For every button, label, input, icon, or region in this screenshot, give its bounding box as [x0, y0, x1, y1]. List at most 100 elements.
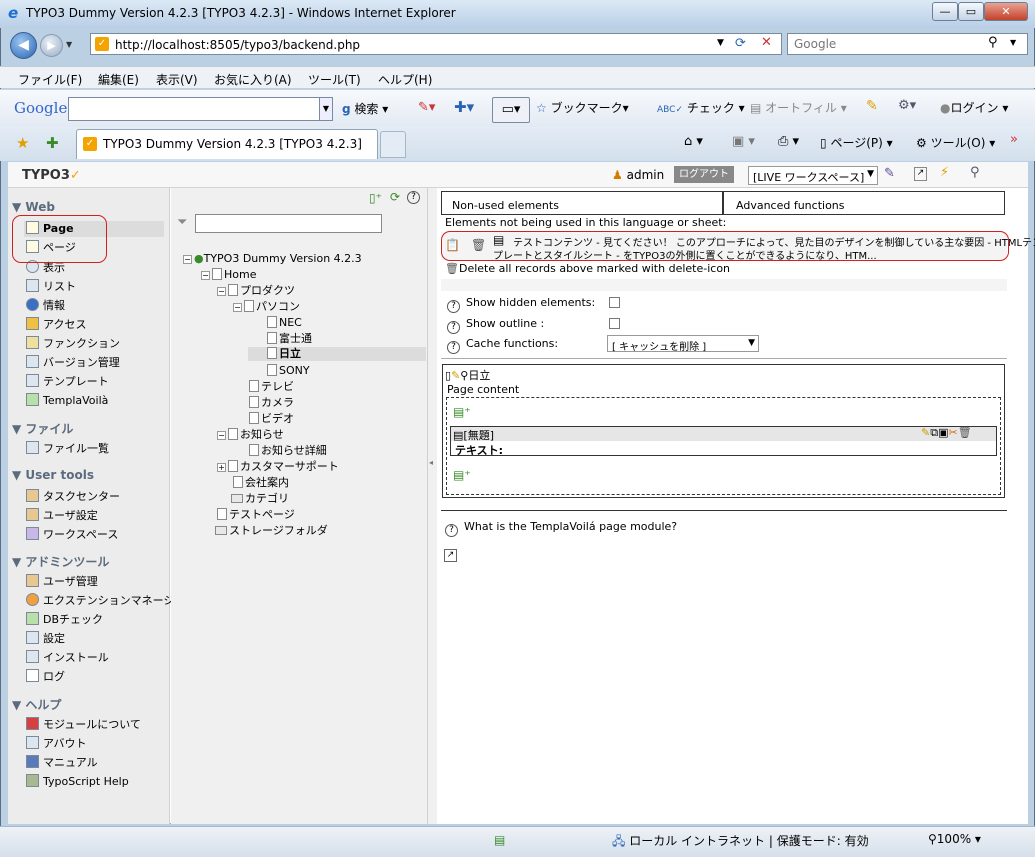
url-field[interactable]: http://localhost:8505/typo3/backend.php	[115, 38, 360, 52]
menu-file[interactable]: ファイル(F)	[18, 71, 82, 88]
print-button[interactable]: ⎙ ▾	[778, 134, 799, 149]
back-button[interactable]: ◀	[10, 32, 37, 59]
menu-help[interactable]: ヘルプ(H)	[378, 71, 432, 88]
tree-node[interactable]: − お知らせ	[217, 428, 284, 442]
google-search-button[interactable]: g 検索 ▾	[342, 100, 388, 117]
tab-advanced-functions[interactable]: Advanced functions	[723, 191, 1005, 215]
tab-unused-elements[interactable]: Non-used elements	[441, 191, 723, 215]
shortcut-icon[interactable]: ⚡	[940, 165, 949, 180]
module-admin-install[interactable]: インストール	[26, 650, 109, 666]
tree-node[interactable]: お知らせ詳細	[249, 444, 327, 458]
module-web-template[interactable]: テンプレート	[26, 374, 109, 390]
tree-node-selected[interactable]: 日立	[248, 347, 426, 361]
module-group-user[interactable]: ▼ User tools	[12, 468, 94, 482]
menu-edit[interactable]: 編集(E)	[98, 71, 139, 88]
popup-blocker-button[interactable]: ▭▾	[492, 97, 530, 123]
module-group-web[interactable]: ▼ Web	[12, 200, 55, 214]
search-input[interactable]: Google	[794, 37, 836, 51]
module-web-templavoila[interactable]: TemplaVoilà	[26, 393, 108, 409]
tree-node[interactable]: NEC	[267, 316, 302, 330]
module-help-about[interactable]: アバウト	[26, 736, 87, 752]
module-help-about-modules[interactable]: モジュールについて	[26, 717, 141, 733]
module-user-settings[interactable]: ユーザ設定	[26, 508, 98, 524]
tree-node[interactable]: − プロダクツ	[217, 284, 295, 298]
home-button[interactable]: ⌂ ▾	[684, 134, 703, 149]
tree-node[interactable]: ストレージフォルダ	[215, 524, 328, 538]
tab-typo3[interactable]: ✓ TYPO3 Dummy Version 4.2.3 [TYPO3 4.2.3…	[76, 129, 378, 159]
menu-tools[interactable]: ツール(T)	[308, 71, 361, 88]
new-tab-button[interactable]	[380, 131, 406, 158]
zoom-level[interactable]: ⚲100% ▾	[928, 832, 981, 846]
module-web-info[interactable]: 情報	[26, 298, 65, 314]
address-dropdown-icon[interactable]: ▼	[717, 38, 724, 48]
google-search-dropdown-icon[interactable]: ▼	[319, 97, 333, 121]
module-user-taskcenter[interactable]: タスクセンター	[26, 489, 120, 505]
open-new-window-icon[interactable]: ↗	[914, 167, 927, 181]
workspace-select[interactable]: [LIVE ワークスペース] ▼	[748, 166, 878, 185]
search-dropdown-icon[interactable]: ▼	[1010, 38, 1016, 47]
content-element[interactable]: ▤[無題] ✎⧉▣✂🗑 テキスト:	[450, 426, 997, 457]
cache-select[interactable]: [ キャッシュを削除 ] ▼	[607, 335, 759, 353]
search-box[interactable]: Google ⚲ ▼	[787, 33, 1028, 55]
menu-favorites[interactable]: お気に入り(A)	[214, 71, 292, 88]
maximize-button[interactable]: ▭	[958, 2, 984, 21]
check-button[interactable]: ABC✓ チェック ▾	[657, 99, 745, 116]
module-web-version[interactable]: バージョン管理	[26, 355, 120, 371]
wrench-icon[interactable]: ⚙▾	[898, 98, 916, 113]
tree-help-icon[interactable]: ?	[407, 191, 420, 204]
google-search-input[interactable]	[68, 97, 320, 121]
tree-node[interactable]: 富士通	[267, 332, 312, 346]
new-content-icon[interactable]: ▤⁺	[453, 405, 471, 419]
tree-node[interactable]: − パソコン	[233, 300, 300, 314]
module-help-manual[interactable]: マニュアル	[26, 755, 98, 771]
tree-filter-input[interactable]	[195, 214, 382, 233]
highlight-icon[interactable]: ✎	[866, 98, 878, 114]
module-admin-extensions[interactable]: エクステンションマネージャ	[26, 593, 185, 609]
search-icon[interactable]: ⚲	[988, 35, 998, 50]
logout-button[interactable]: ログアウト	[674, 166, 734, 183]
more-tools-icon[interactable]: »	[1010, 132, 1018, 147]
module-group-file[interactable]: ▼ ファイル	[12, 420, 73, 437]
menu-view[interactable]: 表示(V)	[156, 71, 198, 88]
tree-node[interactable]: ビデオ	[249, 412, 294, 426]
bookmark-add-icon[interactable]: ✎▾	[418, 100, 435, 115]
module-help-typoscript[interactable]: TypoScript Help	[26, 774, 129, 790]
clear-cache-icon[interactable]: ✎	[884, 166, 895, 181]
minimize-button[interactable]: —	[932, 2, 958, 21]
tree-node[interactable]: + カスタマーサポート	[217, 460, 339, 474]
show-outline-checkbox[interactable]	[609, 318, 620, 329]
tree-node[interactable]: − Home	[201, 268, 256, 282]
search-typo3-icon[interactable]: ⚲	[970, 165, 980, 180]
help-link[interactable]: ? What is the TemplaVoilá page module?	[445, 520, 677, 537]
tools-menu[interactable]: ⚙ ツール(O) ▾	[916, 134, 995, 151]
show-hidden-checkbox[interactable]	[609, 297, 620, 308]
tree-node[interactable]: テレビ	[249, 380, 294, 394]
tree-node[interactable]: カメラ	[249, 396, 294, 410]
favorites-star-icon[interactable]: ★	[16, 134, 29, 152]
module-web-function[interactable]: ファンクション	[26, 336, 120, 352]
new-content-bottom-icon[interactable]: ▤⁺	[453, 468, 471, 482]
bookmarks-button[interactable]: ☆ ブックマーク▾	[536, 99, 629, 116]
refresh-tree-icon[interactable]: ⟳	[390, 190, 400, 204]
module-web-access[interactable]: アクセス	[26, 317, 86, 333]
page-menu[interactable]: ▯ ページ(P) ▾	[820, 134, 893, 151]
autofill-button[interactable]: ▤ オートフィル ▾	[750, 99, 847, 116]
module-admin-log[interactable]: ログ	[26, 669, 65, 685]
module-web-list[interactable]: リスト	[26, 279, 76, 295]
module-user-workspace[interactable]: ワークスペース	[26, 527, 118, 543]
feeds-button[interactable]: ▣ ▾	[732, 134, 755, 149]
tree-node[interactable]: SONY	[267, 364, 310, 378]
address-bar[interactable]: ✓ http://localhost:8505/typo3/backend.ph…	[90, 33, 782, 55]
module-admin-dbcheck[interactable]: DBチェック	[26, 612, 103, 628]
stop-icon[interactable]: ✕	[761, 35, 772, 50]
forward-button[interactable]: ▶	[40, 34, 63, 57]
module-file-list[interactable]: ファイル一覧	[26, 441, 109, 457]
tree-node[interactable]: カテゴリ	[231, 492, 289, 506]
tree-root[interactable]: − ●TYPO3 Dummy Version 4.2.3	[183, 252, 362, 266]
module-admin-users[interactable]: ユーザ管理	[26, 574, 98, 590]
close-button[interactable]: ✕	[984, 2, 1028, 21]
security-zone[interactable]: 🖧 ローカル イントラネット | 保護モード: 有効	[612, 832, 869, 853]
delete-all-row[interactable]: 🗑Delete all records above marked with de…	[445, 262, 730, 275]
tree-node[interactable]: 会社案内	[233, 476, 289, 490]
add-favorite-icon[interactable]: ✚	[46, 134, 59, 152]
